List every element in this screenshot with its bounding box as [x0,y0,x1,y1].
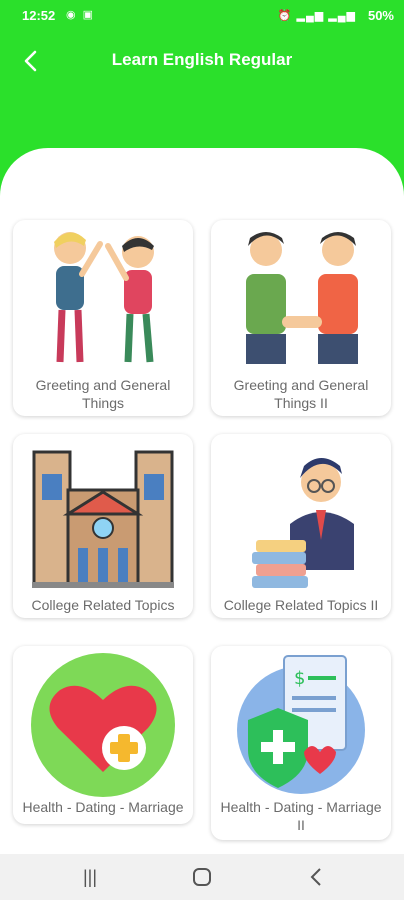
topic-card-greeting[interactable]: Greeting and General Things [13,220,193,416]
battery-level: 50% [367,8,394,23]
page-title: Learn English Regular [111,50,293,69]
status-bar: 12:52 ◉ ▣ ⏰ ▂▄▆ ▂▄▆ 50% [0,0,404,32]
notification-icons: ◉ ▣ [66,9,96,21]
back-icon[interactable] [296,862,336,892]
topic-card-college[interactable]: College Related Topics [13,434,193,618]
teacher-books-icon [252,458,354,588]
college-building-icon [32,450,174,588]
home-icon[interactable] [182,862,222,892]
card-label: Greeting and General Things [35,377,171,411]
topic-card-health-ii[interactable]: $ Health - Dating - Marriage II [211,646,391,840]
topic-card-college-ii[interactable]: College Related Topics II [211,434,391,618]
status-time: 12:52 [22,8,56,23]
card-label: Health - Dating - Marriage [22,799,184,815]
system-navigation-bar: ||| [0,854,404,900]
signal-icons: ⏰ ▂▄▆ ▂▄▆ [277,10,356,22]
high-five-people-icon [54,232,154,363]
card-label: College Related Topics II [223,597,379,613]
card-label: College Related Topics [31,597,175,613]
topic-card-greeting-ii[interactable]: Greeting and General Things II [211,220,391,416]
card-label: Greeting and General Things II [233,377,369,411]
health-document-icon: $ [237,655,365,794]
svg-text:$: $ [294,668,305,689]
card-label: Health - Dating - Marriage II [220,799,382,833]
handshake-people-icon [246,232,358,364]
topic-card-health[interactable]: Health - Dating - Marriage [13,646,193,824]
recents-icon[interactable]: ||| [70,862,110,892]
heart-health-icon [31,653,175,797]
